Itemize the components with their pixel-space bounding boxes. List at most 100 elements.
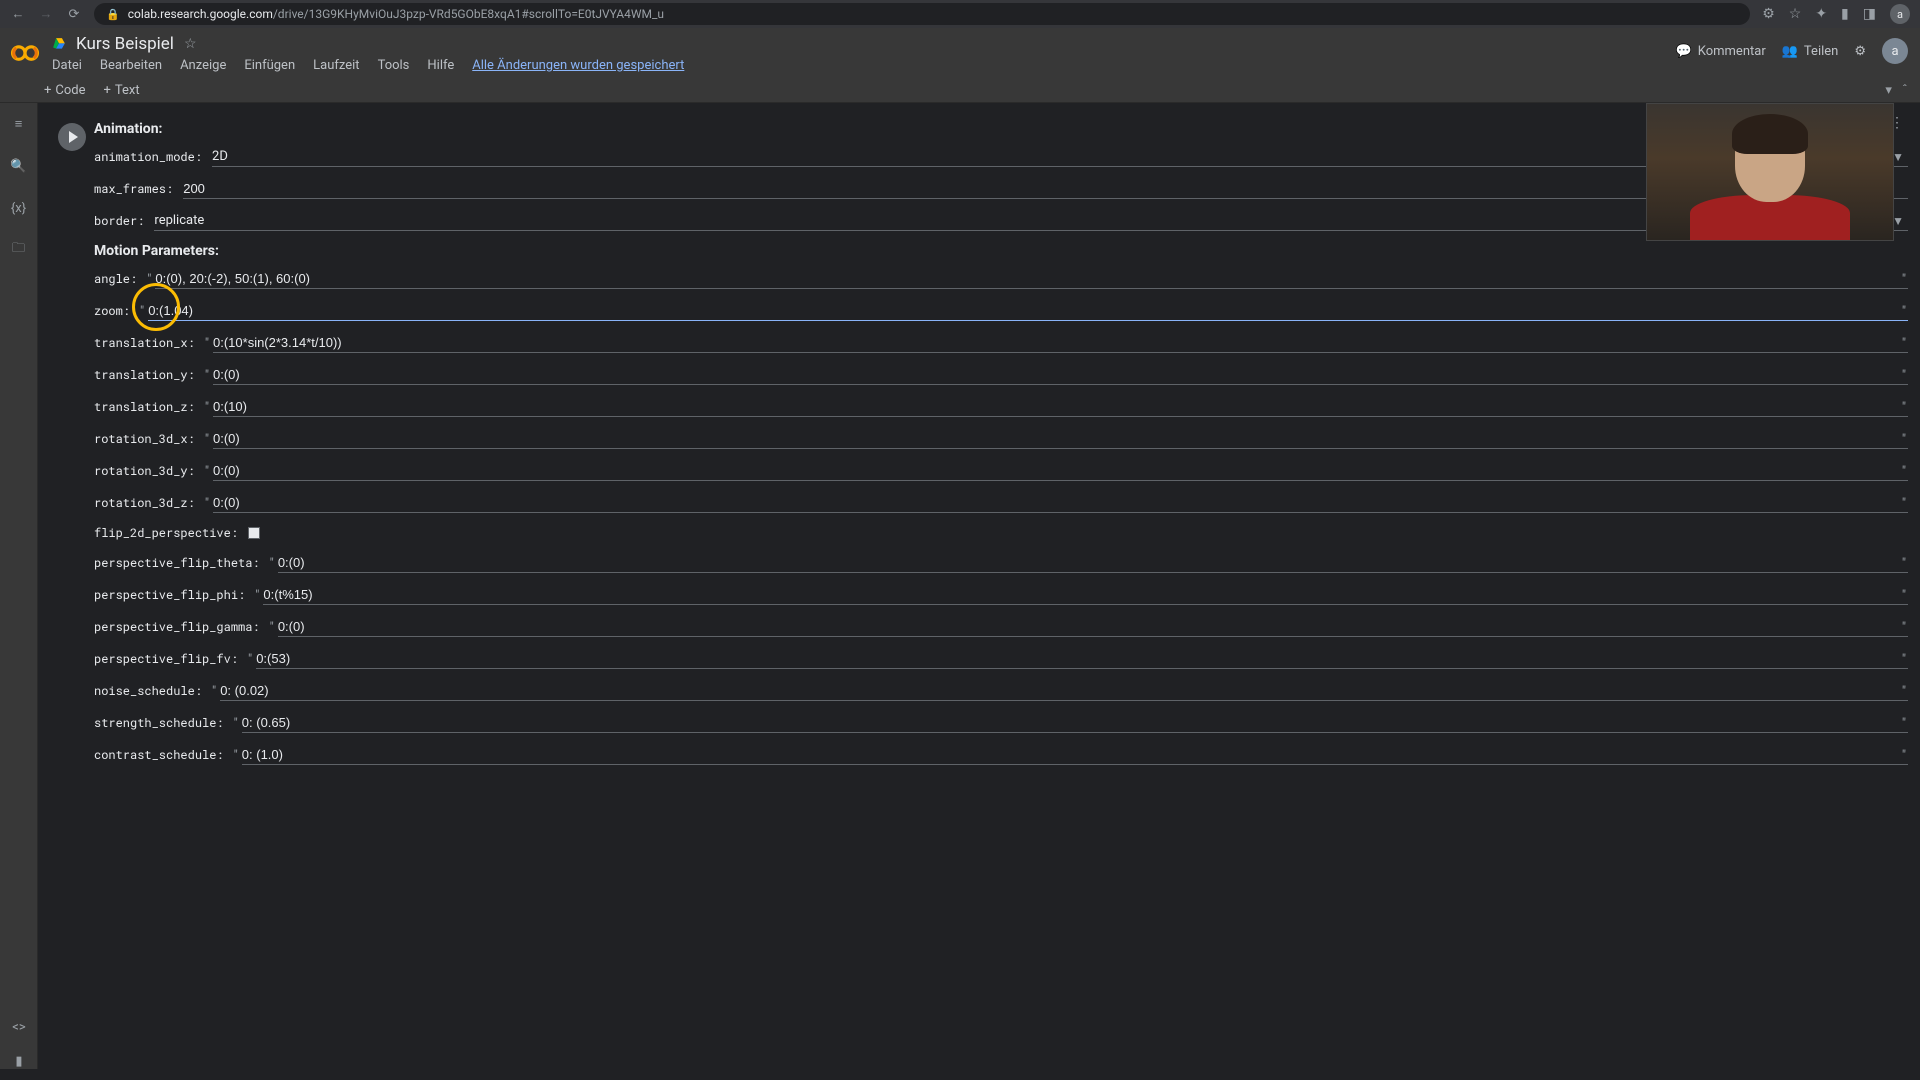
input-zoom[interactable] [148, 301, 1908, 321]
quote-close: " [1902, 556, 1906, 571]
extensions-icon[interactable]: ✦ [1815, 6, 1827, 22]
reload-icon[interactable]: ⟳ [66, 6, 82, 22]
bookmark-icon[interactable]: ☆ [1789, 6, 1802, 22]
menu-anzeige[interactable]: Anzeige [180, 58, 226, 73]
input-translation-y[interactable] [213, 365, 1908, 385]
label: perspective_flip_gamma: [94, 619, 260, 635]
menu-einfuegen[interactable]: Einfügen [244, 58, 295, 73]
quote-open: " [248, 652, 252, 667]
quote-close: " [1902, 496, 1906, 511]
input-rotation-3d-x[interactable] [213, 429, 1908, 449]
quote-open: " [147, 272, 151, 287]
field-strength-schedule: strength_schedule: " " [94, 713, 1908, 733]
quote-open: " [140, 304, 144, 319]
webcam-overlay [1646, 103, 1894, 241]
label: rotation_3d_z: [94, 495, 195, 511]
translate-icon[interactable]: ⚙ [1762, 6, 1775, 22]
toc-icon[interactable]: ≡ [10, 115, 28, 133]
colab-header: Kurs Beispiel ☆ Datei Bearbeiten Anzeige… [0, 28, 1920, 79]
checkbox-flip-2d[interactable] [248, 527, 260, 539]
label: perspective_flip_phi: [94, 587, 245, 603]
quote-open: " [205, 400, 209, 415]
field-rotation-3d-y: rotation_3d_y: " " [94, 461, 1908, 481]
label: perspective_flip_theta: [94, 555, 260, 571]
input-perspective-flip-fv[interactable] [256, 649, 1908, 669]
collapse-icon[interactable]: ˆ [1902, 83, 1908, 98]
settings-icon[interactable]: ⚙ [1854, 44, 1866, 59]
input-angle[interactable] [155, 269, 1908, 289]
section-motion: Motion Parameters: [94, 243, 1908, 259]
input-strength-schedule[interactable] [242, 713, 1908, 733]
field-flip-2d-perspective: flip_2d_perspective: [94, 525, 1908, 541]
input-perspective-flip-theta[interactable] [278, 553, 1908, 573]
input-noise-schedule[interactable] [220, 681, 1908, 701]
label: angle: [94, 271, 137, 287]
sidepanel-icon[interactable]: ◨ [1863, 6, 1876, 22]
quote-close: " [1902, 652, 1906, 667]
main-content: ↑ ↓ ⇔ ✎ ◧ 🗑 ⋮ Animation: animation_mode:… [38, 103, 1920, 1069]
label: perspective_flip_fv: [94, 651, 238, 667]
menu-tools[interactable]: Tools [378, 58, 410, 73]
comment-icon: 💬 [1676, 44, 1692, 59]
add-text-button[interactable]: +Text [104, 83, 140, 98]
header-title-block: Kurs Beispiel ☆ Datei Bearbeiten Anzeige… [52, 34, 684, 79]
variables-icon[interactable]: {x} [10, 199, 28, 217]
share-button[interactable]: 👥 Teilen [1782, 44, 1839, 59]
saved-status[interactable]: Alle Änderungen wurden gespeichert [472, 58, 684, 73]
label: animation_mode: [94, 149, 202, 165]
menu-laufzeit[interactable]: Laufzeit [313, 58, 359, 73]
label: contrast_schedule: [94, 747, 224, 763]
field-perspective-flip-gamma: perspective_flip_gamma: " " [94, 617, 1908, 637]
quote-close: " [1902, 304, 1906, 319]
terminal-icon[interactable]: ▮ [10, 1052, 28, 1070]
url-bar[interactable]: 🔒 colab.research.google.com/drive/13G9KH… [94, 3, 1750, 25]
label: border: [94, 213, 144, 229]
doc-title[interactable]: Kurs Beispiel [76, 34, 174, 54]
dropdown-icon[interactable]: ▾ [1885, 83, 1892, 98]
search-icon[interactable]: 🔍 [10, 157, 28, 175]
code-snippets-icon[interactable]: <> [10, 1018, 28, 1036]
field-translation-x: translation_x: " " [94, 333, 1908, 353]
field-perspective-flip-phi: perspective_flip_phi: " " [94, 585, 1908, 605]
input-rotation-3d-y[interactable] [213, 461, 1908, 481]
select-border[interactable]: replicate [154, 211, 1908, 231]
quote-open: " [205, 432, 209, 447]
profile-avatar[interactable]: a [1890, 4, 1910, 24]
add-code-button[interactable]: +Code [44, 83, 86, 98]
back-icon[interactable]: ← [10, 6, 26, 22]
files-icon[interactable]: 🗀 [10, 241, 28, 259]
quote-open: " [270, 556, 274, 571]
star-icon[interactable]: ☆ [184, 36, 197, 52]
menu-bearbeiten[interactable]: Bearbeiten [100, 58, 162, 73]
user-avatar[interactable]: a [1882, 38, 1908, 64]
forward-icon: → [38, 6, 54, 22]
lock-icon: 🔒 [106, 8, 120, 21]
field-rotation-3d-x: rotation_3d_x: " " [94, 429, 1908, 449]
label: strength_schedule: [94, 715, 224, 731]
quote-open: " [234, 716, 238, 731]
colab-logo[interactable] [10, 38, 40, 68]
input-translation-x[interactable] [213, 333, 1908, 353]
menu-datei[interactable]: Datei [52, 58, 82, 73]
quote-open: " [234, 748, 238, 763]
menu-hilfe[interactable]: Hilfe [427, 58, 454, 73]
panel-icon[interactable]: ▮ [1841, 6, 1849, 22]
input-translation-z[interactable] [213, 397, 1908, 417]
field-zoom: zoom: " " [94, 301, 1908, 321]
input-perspective-flip-phi[interactable] [263, 585, 1908, 605]
comment-button[interactable]: 💬 Kommentar [1676, 44, 1766, 59]
menu-bar: Datei Bearbeiten Anzeige Einfügen Laufze… [52, 58, 684, 79]
input-perspective-flip-gamma[interactable] [278, 617, 1908, 637]
label: rotation_3d_y: [94, 463, 195, 479]
field-rotation-3d-z: rotation_3d_z: " " [94, 493, 1908, 513]
field-angle: angle: " " [94, 269, 1908, 289]
quote-close: " [1902, 748, 1906, 763]
input-rotation-3d-z[interactable] [213, 493, 1908, 513]
quote-close: " [1902, 400, 1906, 415]
field-noise-schedule: noise_schedule: " " [94, 681, 1908, 701]
run-button[interactable] [58, 123, 86, 151]
form-cell: ↑ ↓ ⇔ ✎ ◧ 🗑 ⋮ Animation: animation_mode:… [50, 115, 1908, 765]
input-contrast-schedule[interactable] [242, 745, 1908, 765]
label: flip_2d_perspective: [94, 525, 238, 541]
quote-close: " [1902, 716, 1906, 731]
